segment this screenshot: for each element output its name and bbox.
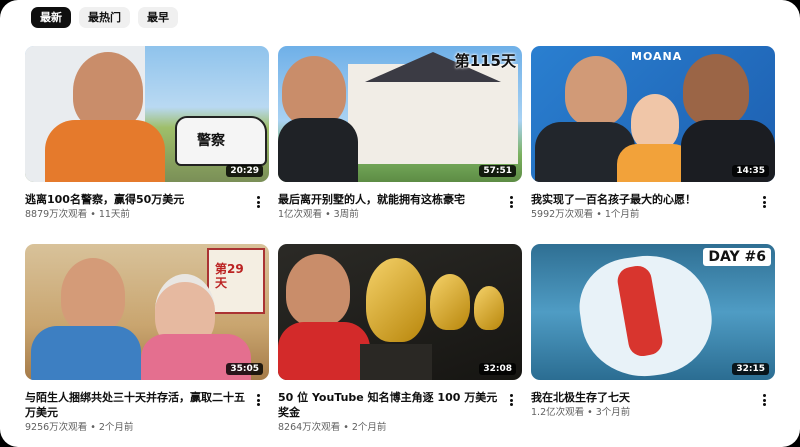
calendar-day-label: 第29天	[215, 262, 244, 290]
gold-bust	[366, 258, 426, 342]
person-head	[565, 56, 627, 126]
chip-oldest[interactable]: 最早	[138, 7, 178, 28]
video-card: 警察 20:29 逃离100名警察，赢得50万美元 8879万次观看 • 11天…	[25, 46, 269, 221]
video-duration: 35:05	[226, 363, 263, 375]
video-meta: 8264万次观看 • 2个月前	[278, 422, 387, 433]
person-head	[61, 258, 125, 332]
person-body	[45, 120, 165, 182]
video-card: 32:08 50 位 YouTube 知名博主角逐 100 万美元奖金 8264…	[278, 244, 522, 434]
more-options-icon[interactable]	[506, 194, 516, 210]
person-head	[683, 54, 749, 126]
video-thumbnail[interactable]: 第29天 35:05	[25, 244, 269, 380]
video-duration: 57:51	[479, 165, 516, 177]
video-meta: 1.2亿次观看 • 3个月前	[531, 407, 631, 418]
video-meta: 5992万次观看 • 1个月前	[531, 209, 640, 220]
video-title[interactable]: 我实现了一百名孩子最大的心愿！	[531, 192, 753, 207]
video-thumbnail[interactable]: DAY #6 32:15	[531, 244, 775, 380]
more-options-icon[interactable]	[759, 194, 769, 210]
video-meta: 8879万次观看 • 11天前	[25, 209, 130, 220]
video-title[interactable]: 50 位 YouTube 知名博主角逐 100 万美元奖金	[278, 390, 500, 420]
video-thumbnail[interactable]: MOANA 14:35	[531, 46, 775, 182]
video-title[interactable]: 逃离100名警察，赢得50万美元	[25, 192, 247, 207]
gold-bust	[474, 286, 504, 330]
person-body	[278, 322, 370, 380]
police-label: 警察	[197, 133, 225, 149]
video-thumbnail[interactable]: 警察 20:29	[25, 46, 269, 182]
video-card: 第115天 57:51 最后离开别墅的人，就能拥有这栋豪宅 1亿次观看 • 3周…	[278, 46, 522, 221]
video-title[interactable]: 与陌生人捆绑共处三十天并存活，赢取二十五万美元	[25, 390, 247, 420]
video-card: 第29天 35:05 与陌生人捆绑共处三十天并存活，赢取二十五万美元 9256万…	[25, 244, 269, 434]
video-thumbnail[interactable]: 32:08	[278, 244, 522, 380]
moana-logo: MOANA	[631, 50, 683, 63]
video-duration: 20:29	[226, 165, 263, 177]
more-options-icon[interactable]	[506, 392, 516, 408]
person-head	[73, 52, 143, 130]
video-grid-page: 最新 最热门 最早 警察 20:29 逃离100名警察，赢得50万美元 8879…	[0, 0, 800, 447]
child-head	[631, 94, 679, 150]
day-label: DAY #6	[703, 248, 771, 266]
gold-bust	[430, 274, 470, 330]
more-options-icon[interactable]	[253, 392, 263, 408]
video-card: MOANA 14:35 我实现了一百名孩子最大的心愿！ 5992万次观看 • 1…	[531, 46, 775, 221]
person-head	[282, 56, 346, 126]
day-label: 第115天	[454, 52, 516, 70]
more-options-icon[interactable]	[253, 194, 263, 210]
chip-latest[interactable]: 最新	[31, 7, 71, 28]
video-title[interactable]: 最后离开别墅的人，就能拥有这栋豪宅	[278, 192, 500, 207]
chip-popular[interactable]: 最热门	[79, 7, 130, 28]
more-options-icon[interactable]	[759, 392, 769, 408]
video-title[interactable]: 我在北极生存了七天	[531, 390, 753, 405]
video-card: DAY #6 32:15 我在北极生存了七天 1.2亿次观看 • 3个月前	[531, 244, 775, 419]
pedestal	[360, 344, 432, 380]
video-duration: 14:35	[732, 165, 769, 177]
video-thumbnail[interactable]: 第115天 57:51	[278, 46, 522, 182]
video-meta: 1亿次观看 • 3周前	[278, 209, 359, 220]
sort-chips: 最新 最热门 最早	[31, 7, 178, 28]
video-duration: 32:15	[732, 363, 769, 375]
person-body	[31, 326, 141, 380]
person-body	[278, 118, 358, 182]
video-meta: 9256万次观看 • 2个月前	[25, 422, 134, 433]
person-head	[286, 254, 350, 326]
video-duration: 32:08	[479, 363, 516, 375]
